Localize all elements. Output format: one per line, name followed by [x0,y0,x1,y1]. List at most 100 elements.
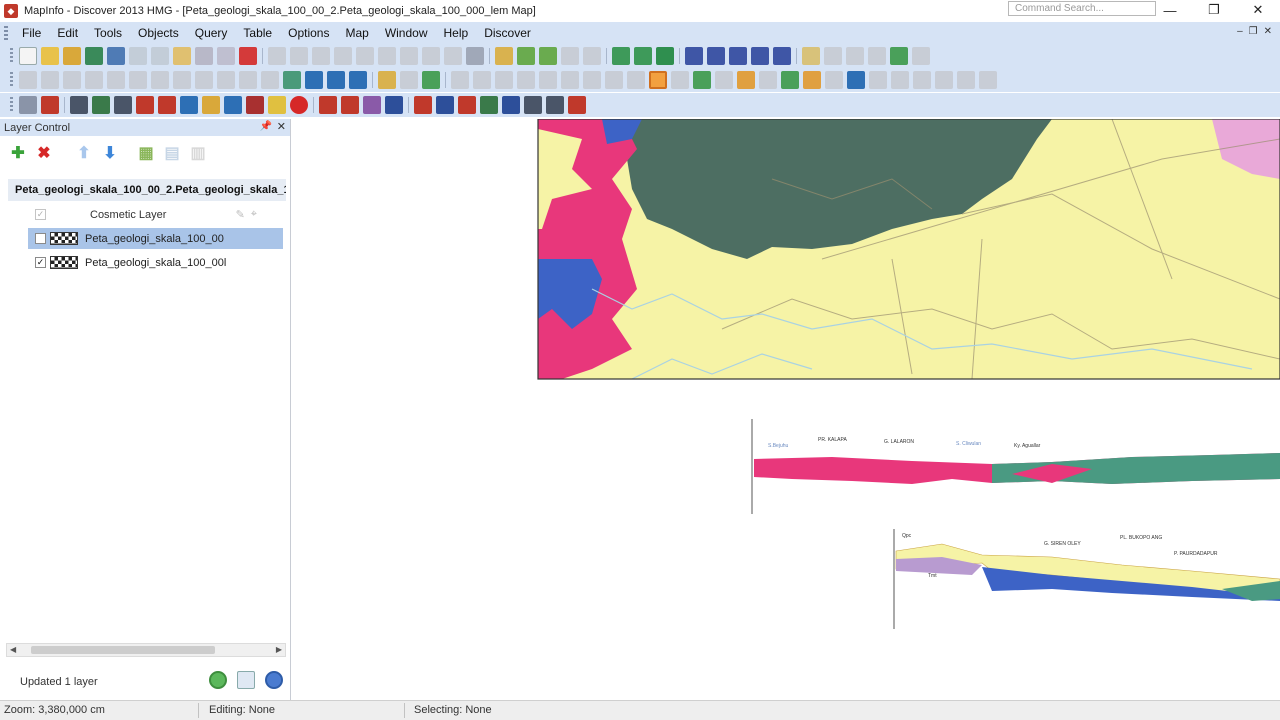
scale-bar-icon[interactable] [846,47,864,65]
radius-select-icon[interactable] [422,71,440,89]
menu-window[interactable]: Window [377,22,436,44]
menu-edit[interactable]: Edit [49,22,86,44]
profile-icon[interactable] [363,96,381,114]
menu-help[interactable]: Help [436,22,477,44]
new-graph-icon[interactable] [422,47,440,65]
print-icon[interactable] [195,47,213,65]
tools-icon[interactable] [912,47,930,65]
frame-edit-icon[interactable] [524,96,542,114]
scroll-right-icon[interactable]: ▶ [276,644,282,656]
chart-icon[interactable] [957,71,975,89]
selectable-icon[interactable]: ⌖ [251,208,257,221]
grid-icon[interactable] [890,47,908,65]
scatter-icon[interactable] [180,96,198,114]
set-clip-icon[interactable] [847,71,865,89]
polygon-select-icon[interactable] [473,71,491,89]
split-icon[interactable] [751,47,769,65]
star-icon[interactable] [268,96,286,114]
line-icon[interactable] [41,71,59,89]
edit-polyline-icon[interactable] [414,96,432,114]
sort-az-icon[interactable] [436,96,454,114]
new-layout-icon[interactable] [444,47,462,65]
undo-icon[interactable] [334,47,352,65]
cascade-icon[interactable] [913,71,931,89]
move-down-icon[interactable]: ⬇ [100,143,120,163]
unselect-icon[interactable] [517,71,535,89]
zoom-out-icon[interactable] [605,71,623,89]
pointer-icon[interactable] [451,71,469,89]
discover-map-icon[interactable] [634,47,652,65]
symbol-icon[interactable] [19,71,37,89]
rounded-rectangle-icon[interactable] [173,71,191,89]
reorder-icon[interactable]: ▤ [162,143,182,163]
copy-window-icon[interactable] [19,96,37,114]
options-icon[interactable] [237,671,255,689]
drag-map-icon[interactable] [737,71,755,89]
layer-row[interactable]: Peta_geologi_skala_100_00 [28,228,283,249]
help-icon[interactable] [265,671,283,689]
editing-status[interactable]: Editing: None [209,704,275,716]
statistics-icon[interactable] [583,47,601,65]
menu-table[interactable]: Table [235,22,280,44]
help-tool-icon[interactable] [979,71,997,89]
vehicle-icon[interactable] [136,96,154,114]
close-button[interactable]: ✕ [1236,0,1280,20]
symbol-map-icon[interactable] [202,96,220,114]
discover-grid-icon[interactable] [656,47,674,65]
line-style-icon[interactable] [305,71,323,89]
stack-icon[interactable] [246,96,264,114]
cut-icon[interactable] [268,47,286,65]
bar-chart-icon[interactable] [158,96,176,114]
polyline-icon[interactable] [63,71,81,89]
database-icon[interactable] [114,96,132,114]
ellipse-icon[interactable] [129,71,147,89]
map-canvas[interactable]: S.Bejuhu PR. KALAPA G. LALARON S. Cliwul… [292,119,1280,700]
axes-icon[interactable] [546,96,564,114]
clip-region-icon[interactable] [825,71,843,89]
trend-icon[interactable] [224,96,242,114]
remove-layer-icon[interactable]: ✖ [34,143,54,163]
paste-icon[interactable] [312,47,330,65]
clear-icon[interactable] [378,47,396,65]
text-style-icon[interactable] [349,71,367,89]
menu-grip[interactable] [4,26,8,40]
info-icon[interactable] [671,71,689,89]
frame-icon[interactable] [217,71,235,89]
ruler-icon[interactable] [759,71,777,89]
editable-icon[interactable]: ✎ [236,208,245,221]
new-table-icon[interactable] [19,47,37,65]
mdi-close-button[interactable]: ✕ [1264,26,1272,37]
layer-row[interactable]: ✓ Peta_geologi_skala_100_00l [28,252,283,273]
symbol-style-icon[interactable] [283,71,301,89]
scrollbar-thumb[interactable] [31,646,215,654]
menu-options[interactable]: Options [280,22,337,44]
map-window[interactable]: S.Bejuhu PR. KALAPA G. LALARON S. Cliwul… [292,119,1280,700]
new-document-icon[interactable] [173,47,191,65]
statistics-tool-icon[interactable] [803,71,821,89]
toolbar-grip[interactable] [10,97,13,113]
menu-discover[interactable]: Discover [476,22,539,44]
north-arrow-icon[interactable] [868,47,886,65]
no-entry-icon[interactable] [41,96,59,114]
menu-file[interactable]: File [14,22,49,44]
cosmetic-layer-row[interactable]: ✓ Cosmetic Layer ✎ ⌖ [28,204,283,225]
stop-icon[interactable] [290,96,308,114]
mapinfo-app-icon[interactable]: ◆ [4,4,18,18]
open-folder-icon[interactable] [41,47,59,65]
scroll-left-icon[interactable]: ◀ [10,644,16,656]
horizontal-scrollbar[interactable]: ◀ ▶ [6,643,286,657]
table-icon[interactable] [70,96,88,114]
selecting-status[interactable]: Selecting: None [414,704,492,716]
change-view-icon[interactable] [627,71,645,89]
line-draw-icon[interactable] [568,96,586,114]
layout-bar-icon[interactable] [385,96,403,114]
menu-objects[interactable]: Objects [130,22,187,44]
connect-icon[interactable] [729,47,747,65]
map-window-node[interactable]: Peta_geologi_skala_100_00_2.Peta_geologi… [8,179,286,201]
marquee-select-icon[interactable] [400,71,418,89]
structural-icon[interactable] [319,96,337,114]
open-web-service-icon[interactable] [107,47,125,65]
grabber-icon[interactable] [649,71,667,89]
section-icon[interactable] [707,47,725,65]
region-style-icon[interactable] [327,71,345,89]
